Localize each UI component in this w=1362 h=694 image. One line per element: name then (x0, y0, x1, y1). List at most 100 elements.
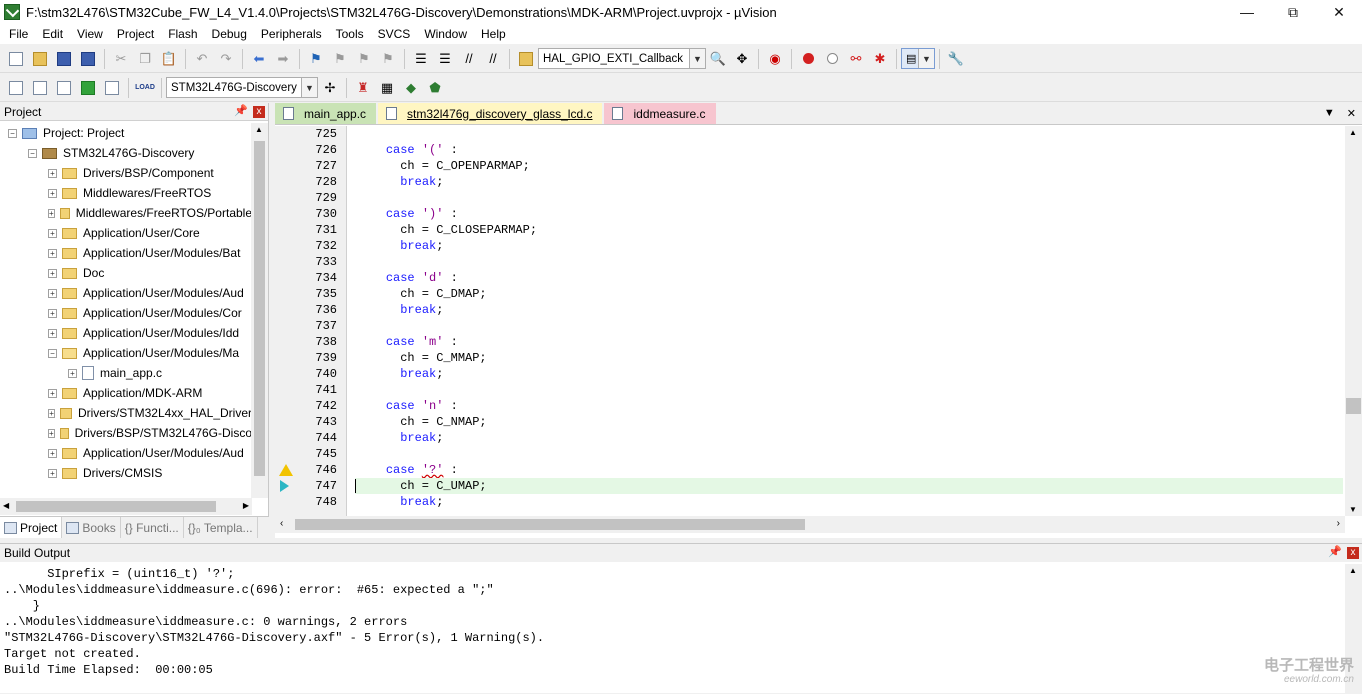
tree-item[interactable]: + Application/User/Modules/Aud (0, 283, 252, 303)
tab-glass-lcd-c[interactable]: stm32l476g_discovery_glass_lcd.c (378, 103, 603, 124)
code-line[interactable]: 745 (275, 446, 1345, 462)
code-line[interactable]: 741 (275, 382, 1345, 398)
scroll-thumb[interactable] (254, 141, 265, 476)
menu-flash[interactable]: Flash (162, 27, 205, 41)
tree-item[interactable]: + Drivers/CMSIS (0, 463, 252, 483)
tab-list-chevron-down-icon[interactable]: ▼ (1324, 107, 1335, 120)
prev-bookmark-icon[interactable]: ⚑ (330, 49, 350, 69)
chevron-down-icon[interactable]: ▼ (301, 78, 317, 97)
next-bookmark-icon[interactable]: ⚑ (354, 49, 374, 69)
code-line[interactable]: 744 break; (275, 430, 1345, 446)
menu-help[interactable]: Help (475, 27, 514, 41)
code-line[interactable]: 743 ch = C_NMAP; (275, 414, 1345, 430)
project-tree-vertical-scrollbar[interactable]: ▲ (251, 123, 268, 498)
menu-edit[interactable]: Edit (36, 27, 71, 41)
tree-item[interactable]: + Middlewares/FreeRTOS/Portable (0, 203, 252, 223)
expand-icon[interactable]: + (48, 408, 56, 418)
pin-icon[interactable]: 📌 (234, 104, 248, 117)
tree-item[interactable]: − Application/User/Modules/Ma (0, 343, 252, 363)
bookmark-icon[interactable]: ⚑ (306, 49, 326, 69)
tab-templates[interactable]: {}₀ Templa... (184, 517, 258, 538)
tree-item[interactable]: + Application/User/Core (0, 223, 252, 243)
tree-item[interactable]: + Application/MDK-ARM (0, 383, 252, 403)
uncomment-icon[interactable]: // (483, 49, 503, 69)
tree-item[interactable]: + main_app.c (0, 363, 252, 383)
code-line[interactable]: 725 (275, 126, 1345, 142)
code-area[interactable]: 725 726 case '(' :727 ch = C_OPENPARMAP; 7… (275, 126, 1345, 516)
scroll-thumb[interactable] (16, 501, 216, 512)
maximize-button[interactable]: ⧉ (1270, 0, 1316, 24)
copy-icon[interactable]: ❐ (135, 49, 155, 69)
disable-breakpoints-icon[interactable]: ⚯ (846, 49, 866, 69)
clear-bookmarks-icon[interactable]: ⚑ (378, 49, 398, 69)
code-line[interactable]: 736 break; (275, 302, 1345, 318)
tree-item[interactable]: + Drivers/BSP/STM32L476G-Disco (0, 423, 252, 443)
select-packs-icon[interactable]: ▦ (377, 78, 397, 98)
configure-wrench-icon[interactable]: 🔧 (946, 49, 966, 69)
batch-build-icon[interactable] (78, 78, 98, 98)
insert-breakpoint-icon[interactable] (798, 49, 818, 69)
scroll-up-icon[interactable]: ▲ (1349, 566, 1357, 575)
close-pane-icon[interactable]: x (1347, 547, 1359, 559)
tree-item[interactable]: − STM32L476G-Discovery (0, 143, 252, 163)
expand-icon[interactable]: + (48, 428, 55, 438)
indent-icon[interactable]: ☰ (411, 49, 431, 69)
save-all-icon[interactable] (78, 49, 98, 69)
expand-icon[interactable]: + (48, 188, 57, 198)
scroll-up-icon[interactable]: ▲ (1349, 128, 1357, 137)
menu-view[interactable]: View (71, 27, 111, 41)
comment-icon[interactable]: // (459, 49, 479, 69)
editor-vertical-scrollbar[interactable]: ▲ ▼ (1345, 126, 1362, 516)
tab-books[interactable]: Books (62, 517, 121, 538)
expand-icon[interactable]: + (48, 468, 57, 478)
incremental-find-icon[interactable]: ✥ (732, 49, 752, 69)
editor-horizontal-scrollbar[interactable]: ‹ › (275, 516, 1345, 533)
tree-item[interactable]: + Application/User/Modules/Cor (0, 303, 252, 323)
menu-svcs[interactable]: SVCS (372, 27, 419, 41)
target-select-combo[interactable]: STM32L476G-Discovery ▼ (166, 77, 318, 98)
tree-item[interactable]: + Drivers/BSP/Component (0, 163, 252, 183)
code-line[interactable]: 730 case ')' : (275, 206, 1345, 222)
project-tree-horizontal-scrollbar[interactable]: ◀ ▶ (0, 498, 252, 515)
code-line[interactable]: 727 ch = C_OPENPARMAP; (275, 158, 1345, 174)
expand-icon[interactable]: + (48, 448, 57, 458)
scroll-left-icon[interactable]: ◀ (3, 501, 9, 510)
code-line[interactable]: 735 ch = C_DMAP; (275, 286, 1345, 302)
navigate-forward-icon[interactable]: ➡ (273, 49, 293, 69)
expand-icon[interactable]: + (48, 248, 57, 258)
collapse-icon[interactable]: − (8, 128, 17, 138)
tree-item[interactable]: + Application/User/Modules/Bat (0, 243, 252, 263)
collapse-icon[interactable]: − (48, 348, 57, 358)
enable-breakpoint-icon[interactable] (822, 49, 842, 69)
load-download-icon[interactable]: LOAD (135, 78, 155, 98)
translate-icon[interactable] (6, 78, 26, 98)
menu-window[interactable]: Window (418, 27, 475, 41)
save-icon[interactable] (54, 49, 74, 69)
expand-icon[interactable]: + (48, 308, 57, 318)
open-file-icon[interactable] (30, 49, 50, 69)
code-line[interactable]: 740 break; (275, 366, 1345, 382)
tree-item[interactable]: + Application/User/Modules/Idd (0, 323, 252, 343)
code-line[interactable]: 733 (275, 254, 1345, 270)
code-line[interactable]: 746 case '?' : (275, 462, 1345, 478)
menu-project[interactable]: Project (111, 27, 162, 41)
expand-icon[interactable]: + (48, 288, 57, 298)
window-layout-combo[interactable]: ▤ ▼ (901, 48, 935, 69)
code-line[interactable]: 742 case 'n' : (275, 398, 1345, 414)
tree-item[interactable]: + Drivers/STM32L4xx_HAL_Driver (0, 403, 252, 423)
minimize-button[interactable]: — (1224, 0, 1270, 24)
code-line[interactable]: 731 ch = C_CLOSEPARMAP; (275, 222, 1345, 238)
find-in-files-icon[interactable] (516, 49, 536, 69)
unindent-icon[interactable]: ☰ (435, 49, 455, 69)
tree-item[interactable]: + Middlewares/FreeRTOS (0, 183, 252, 203)
find-icon[interactable]: 🔍 (708, 49, 728, 69)
scroll-right-icon[interactable]: ▶ (243, 501, 249, 510)
code-line[interactable]: 739 ch = C_MMAP; (275, 350, 1345, 366)
tab-iddmeasure-c[interactable]: iddmeasure.c (604, 103, 716, 124)
code-line[interactable]: 732 break; (275, 238, 1345, 254)
tree-item[interactable]: + Application/User/Modules/Aud (0, 443, 252, 463)
build-icon[interactable] (30, 78, 50, 98)
scroll-down-icon[interactable]: ▼ (1349, 505, 1357, 514)
scroll-thumb[interactable] (295, 519, 805, 530)
kill-breakpoints-icon[interactable]: ✱ (870, 49, 890, 69)
